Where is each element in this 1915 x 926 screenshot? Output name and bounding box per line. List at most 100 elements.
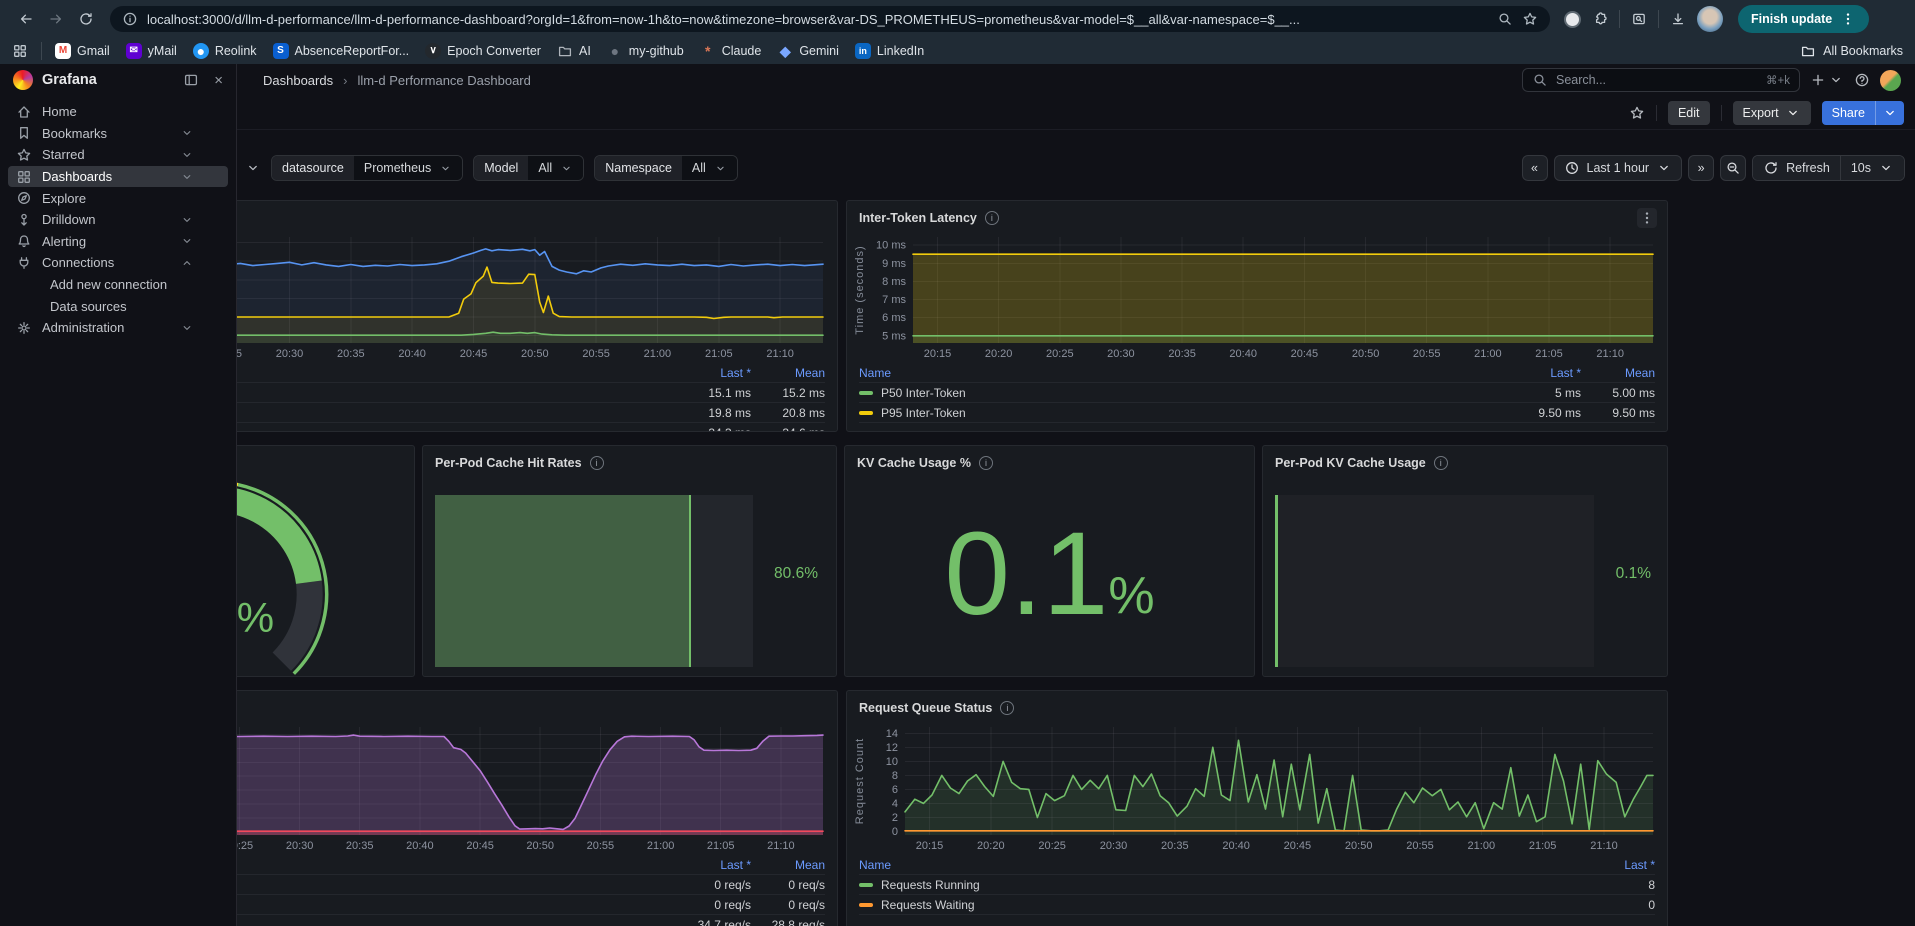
time-shift-back-button[interactable]: « bbox=[1522, 155, 1548, 181]
svg-text:0: 0 bbox=[892, 826, 898, 838]
legend-row[interactable]: P95 Inter-Token9.50 ms9.50 ms bbox=[859, 403, 1655, 423]
url-text[interactable]: localhost:3000/d/llm-d-performance/llm-d… bbox=[147, 12, 1488, 27]
help-icon[interactable] bbox=[1854, 72, 1870, 88]
back-icon[interactable] bbox=[12, 5, 40, 33]
itl-chart[interactable]: 5 ms6 ms7 ms8 ms9 ms10 ms20:1520:2020:25… bbox=[853, 231, 1661, 361]
favorite-star-icon[interactable] bbox=[1629, 105, 1645, 121]
panel-title[interactable]: Per-Pod KV Cache Usage bbox=[1275, 456, 1426, 470]
bookmark-item[interactable]: ◆Gemini bbox=[777, 43, 839, 59]
reading-list-icon[interactable] bbox=[1631, 11, 1647, 27]
sidebar-item-starred[interactable]: Starred bbox=[8, 144, 228, 166]
address-bar[interactable]: localhost:3000/d/llm-d-performance/llm-d… bbox=[110, 6, 1550, 32]
variable-model[interactable]: ModelAll bbox=[473, 155, 584, 181]
panel-title[interactable]: Request Queue Status bbox=[859, 701, 992, 715]
bookmark-favicon: M bbox=[55, 43, 71, 59]
per-pod-hit-bargauge: 80.6% bbox=[423, 472, 836, 676]
browser-profile-avatar[interactable] bbox=[1697, 6, 1723, 32]
svg-text:9 ms: 9 ms bbox=[882, 258, 906, 270]
sidebar-item-bookmarks[interactable]: Bookmarks bbox=[8, 123, 228, 145]
bookmark-item[interactable]: SAbsenceReportFor... bbox=[273, 43, 410, 59]
svg-text:20:20: 20:20 bbox=[985, 348, 1013, 360]
close-menu-icon[interactable]: × bbox=[214, 72, 223, 89]
sidebar-item-add-new-connection[interactable]: Add new connection bbox=[8, 274, 228, 296]
export-button[interactable]: Export bbox=[1733, 101, 1811, 125]
legend-header: NameLast *Mean bbox=[859, 363, 1655, 383]
all-bookmarks-button[interactable]: All Bookmarks bbox=[1800, 43, 1903, 59]
sidebar-item-label: Data sources bbox=[50, 299, 127, 314]
screen: localhost:3000/d/llm-d-performance/llm-d… bbox=[0, 0, 1915, 926]
panel-title[interactable]: Per-Pod Cache Hit Rates bbox=[435, 456, 582, 470]
sidebar-item-alerting[interactable]: Alerting bbox=[8, 231, 228, 253]
series-color-swatch bbox=[859, 411, 873, 415]
svg-text:6: 6 bbox=[892, 784, 898, 796]
extensions-puzzle-icon[interactable] bbox=[1592, 11, 1608, 27]
queue-chart[interactable]: 0246810121420:1520:2020:2520:3020:3520:4… bbox=[853, 721, 1661, 853]
user-avatar[interactable] bbox=[1880, 70, 1901, 91]
svg-text:4: 4 bbox=[892, 798, 898, 810]
finish-update-button[interactable]: Finish update bbox=[1738, 5, 1869, 33]
stat-value: 0.1 bbox=[944, 515, 1108, 633]
sidebar-item-connections[interactable]: Connections bbox=[8, 252, 228, 274]
bookmark-item[interactable]: ●my-github bbox=[607, 43, 684, 59]
reload-icon[interactable] bbox=[72, 5, 100, 33]
bell-icon bbox=[16, 233, 32, 249]
svg-text:21:05: 21:05 bbox=[707, 840, 735, 852]
share-button[interactable]: Share bbox=[1822, 101, 1904, 125]
time-range-picker[interactable]: Last 1 hour bbox=[1554, 155, 1683, 181]
sidebar-item-dashboards[interactable]: Dashboards bbox=[8, 166, 228, 188]
variable-datasource[interactable]: datasourcePrometheus bbox=[271, 155, 463, 181]
svg-text:21:10: 21:10 bbox=[766, 348, 794, 360]
dock-menu-icon[interactable] bbox=[183, 72, 199, 88]
svg-text:21:10: 21:10 bbox=[767, 840, 795, 852]
sidebar-item-drilldown[interactable]: Drilldown bbox=[8, 209, 228, 231]
bookmark-item[interactable]: MGmail bbox=[55, 43, 110, 59]
sidebar-item-home[interactable]: Home bbox=[8, 101, 228, 123]
svg-text:20:40: 20:40 bbox=[406, 840, 434, 852]
svg-text:21:05: 21:05 bbox=[705, 348, 733, 360]
variable-value-dropdown[interactable]: All bbox=[682, 156, 737, 180]
bookmark-item[interactable]: ●Reolink bbox=[193, 43, 257, 59]
svg-text:Request Count: Request Count bbox=[854, 738, 866, 824]
bookmark-star-icon[interactable] bbox=[1522, 11, 1538, 27]
star-icon bbox=[16, 147, 32, 163]
bookmark-item[interactable]: *Claude bbox=[700, 43, 762, 59]
bookmark-label: Claude bbox=[722, 44, 762, 58]
bookmark-item[interactable]: AI bbox=[557, 43, 591, 59]
apps-grid-icon[interactable] bbox=[12, 43, 28, 59]
breadcrumb-dashboards[interactable]: Dashboards bbox=[263, 73, 333, 88]
bookmark-item[interactable]: ✉yMail bbox=[126, 43, 177, 59]
variable-value-dropdown[interactable]: Prometheus bbox=[354, 156, 462, 180]
variable-value-dropdown[interactable]: All bbox=[528, 156, 583, 180]
sidebar-item-administration[interactable]: Administration bbox=[8, 317, 228, 339]
bookmark-item[interactable]: ∨Epoch Converter bbox=[425, 43, 541, 59]
edit-button[interactable]: Edit bbox=[1668, 101, 1710, 125]
legend-row[interactable]: P50 Inter-Token5 ms5.00 ms bbox=[859, 383, 1655, 403]
refresh-button[interactable]: Refresh bbox=[1753, 156, 1840, 180]
svg-text:20:30: 20:30 bbox=[1107, 348, 1135, 360]
extension-icon[interactable] bbox=[1564, 11, 1581, 28]
panel-title[interactable]: KV Cache Usage % bbox=[857, 456, 971, 470]
add-new-button[interactable] bbox=[1810, 72, 1844, 88]
search-input[interactable]: Search... ⌘+k bbox=[1522, 68, 1800, 92]
sidebar-item-explore[interactable]: Explore bbox=[8, 187, 228, 209]
search-shortcut: ⌘+k bbox=[1766, 73, 1790, 87]
svg-text:20:40: 20:40 bbox=[1222, 840, 1250, 852]
legend-row[interactable]: Requests Running8 bbox=[859, 875, 1655, 895]
panel-menu-icon[interactable] bbox=[1637, 208, 1657, 228]
refresh-interval-picker[interactable]: 10s bbox=[1840, 156, 1904, 180]
time-shift-forward-button[interactable]: » bbox=[1688, 155, 1714, 181]
downloads-icon[interactable] bbox=[1670, 11, 1686, 27]
forward-icon[interactable] bbox=[42, 5, 70, 33]
svg-text:21:05: 21:05 bbox=[1535, 348, 1563, 360]
bookmark-item[interactable]: inLinkedIn bbox=[855, 43, 924, 59]
find-in-page-icon[interactable] bbox=[1497, 11, 1513, 27]
legend-row[interactable]: Requests Waiting0 bbox=[859, 895, 1655, 915]
panel-title[interactable]: Inter-Token Latency bbox=[859, 211, 977, 225]
svg-text:21:10: 21:10 bbox=[1590, 840, 1618, 852]
share-dropdown-icon[interactable] bbox=[1876, 105, 1904, 121]
sidebar-item-data-sources[interactable]: Data sources bbox=[8, 295, 228, 317]
zoom-out-icon[interactable] bbox=[1720, 155, 1746, 181]
site-info-icon[interactable] bbox=[122, 11, 138, 27]
collapse-controls-icon[interactable] bbox=[245, 160, 261, 176]
variable-namespace[interactable]: NamespaceAll bbox=[594, 155, 738, 181]
